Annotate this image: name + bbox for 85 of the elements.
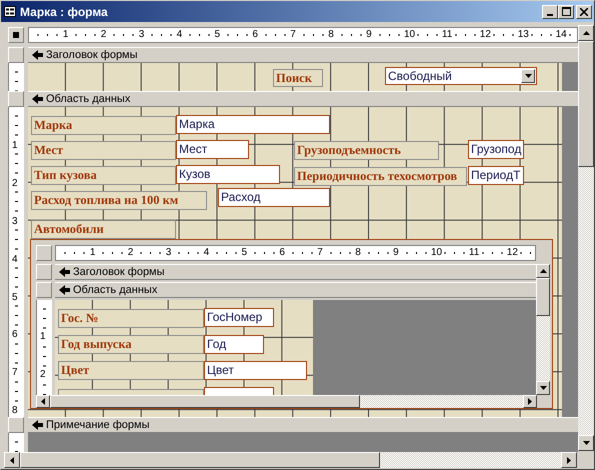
text-field[interactable]: Расход [218, 188, 330, 207]
text-field[interactable]: ГосНомер [204, 308, 274, 327]
vertical-ruler [8, 433, 24, 452]
scroll-thumb[interactable] [578, 41, 594, 167]
left-arrow-icon [41, 398, 45, 405]
section-bar[interactable]: Область данных [55, 282, 536, 298]
minimize-button[interactable] [542, 4, 558, 18]
minimize-icon [547, 14, 553, 16]
arrow-icon [32, 420, 43, 430]
scrollbar[interactable] [578, 25, 594, 451]
down-arrow-icon [582, 441, 590, 445]
scroll-thumb[interactable] [536, 278, 550, 316]
field-label: Автомобили [31, 220, 176, 239]
arrow-icon [59, 267, 70, 277]
ruler-number: 1 [40, 330, 46, 342]
text-field[interactable]: Марка [176, 115, 330, 134]
text-field[interactable]: Мест [176, 140, 249, 159]
ruler-number: 2 [12, 178, 18, 189]
dropdown-button[interactable] [521, 69, 535, 83]
section-bar[interactable]: Примечание формы [28, 417, 578, 433]
scrollbar[interactable] [36, 395, 551, 408]
right-arrow-icon [528, 398, 532, 405]
ruler-number: 2 [40, 368, 46, 380]
maximize-icon [562, 7, 570, 16]
ruler-number: 6 [12, 329, 18, 340]
field-label: Гос. № [58, 309, 204, 328]
section-selector[interactable] [8, 91, 24, 107]
field-label: Мест [31, 141, 176, 160]
scroll-thumb[interactable] [20, 452, 380, 468]
right-arrow-icon [567, 456, 571, 464]
scrollbar[interactable] [536, 264, 550, 395]
field-label: Год выпуска [58, 335, 204, 354]
section-selector[interactable] [36, 282, 52, 298]
section-selector[interactable] [8, 47, 24, 63]
vertical-ruler [8, 63, 24, 91]
arrow-icon [32, 50, 43, 60]
scroll-down-button[interactable] [536, 381, 550, 395]
field-label: Грузоподъемность [294, 141, 439, 160]
up-arrow-icon [540, 269, 546, 273]
ruler-number: 5 [12, 292, 18, 302]
up-arrow-icon [582, 31, 590, 35]
ruler-number: 4 [12, 254, 18, 265]
field-label: Тип кузова [31, 166, 176, 185]
arrow-icon [59, 285, 70, 295]
field-label: Поиск [273, 69, 323, 87]
section-bar[interactable]: Область данных [28, 91, 578, 107]
down-arrow-icon [540, 386, 546, 390]
ruler-number: 3 [12, 216, 18, 227]
scrollbar[interactable] [4, 452, 593, 468]
scroll-down-button[interactable] [578, 435, 594, 451]
scroll-up-button[interactable] [578, 25, 594, 41]
caret-icon [524, 74, 532, 78]
scroll-up-button[interactable] [536, 264, 550, 278]
scroll-thumb[interactable] [50, 395, 360, 408]
text-field[interactable]: Кузов [176, 165, 280, 184]
close-icon [580, 8, 588, 16]
subform[interactable]: 1 2 3 4 5 6 7 8 9 10 11 12 1 2 Заголовок формы Область данных Гос. № ГосНомер Год выпуска Год Цвет Цвет [30, 239, 553, 409]
scroll-left-button[interactable] [4, 452, 20, 468]
scrollbar-corner [537, 395, 551, 408]
scroll-right-button[interactable] [523, 395, 537, 408]
section-selector[interactable] [36, 264, 52, 280]
ruler-number: 1 [12, 140, 18, 151]
section-selector[interactable] [8, 417, 24, 433]
field-label: Расход топлива на 100 км [31, 191, 207, 210]
text-field[interactable]: Год [204, 335, 264, 354]
ruler-number: 8 [12, 405, 18, 416]
left-arrow-icon [10, 456, 14, 464]
combo-box[interactable]: Свободный [385, 67, 537, 85]
text-field[interactable]: Грузопод [468, 140, 524, 159]
section-bar[interactable]: Заголовок формы [55, 264, 536, 280]
close-button[interactable] [576, 4, 592, 18]
arrow-icon [32, 94, 43, 104]
scroll-right-button[interactable] [561, 452, 577, 468]
scroll-left-button[interactable] [36, 395, 50, 408]
text-field[interactable]: ПериодТ [468, 166, 524, 185]
empty-canvas-area [562, 63, 578, 91]
field-label: Цвет [58, 361, 204, 380]
form-icon [4, 6, 16, 17]
maximize-button[interactable] [558, 4, 574, 18]
section-bar[interactable]: Заголовок формы [28, 47, 578, 63]
window-title: Марка : форма [20, 4, 108, 18]
field-label: Марка [31, 116, 176, 135]
field-label: Периодичность техосмотров [294, 167, 467, 186]
text-field[interactable]: Цвет [204, 361, 307, 380]
form-selector[interactable] [8, 27, 24, 43]
